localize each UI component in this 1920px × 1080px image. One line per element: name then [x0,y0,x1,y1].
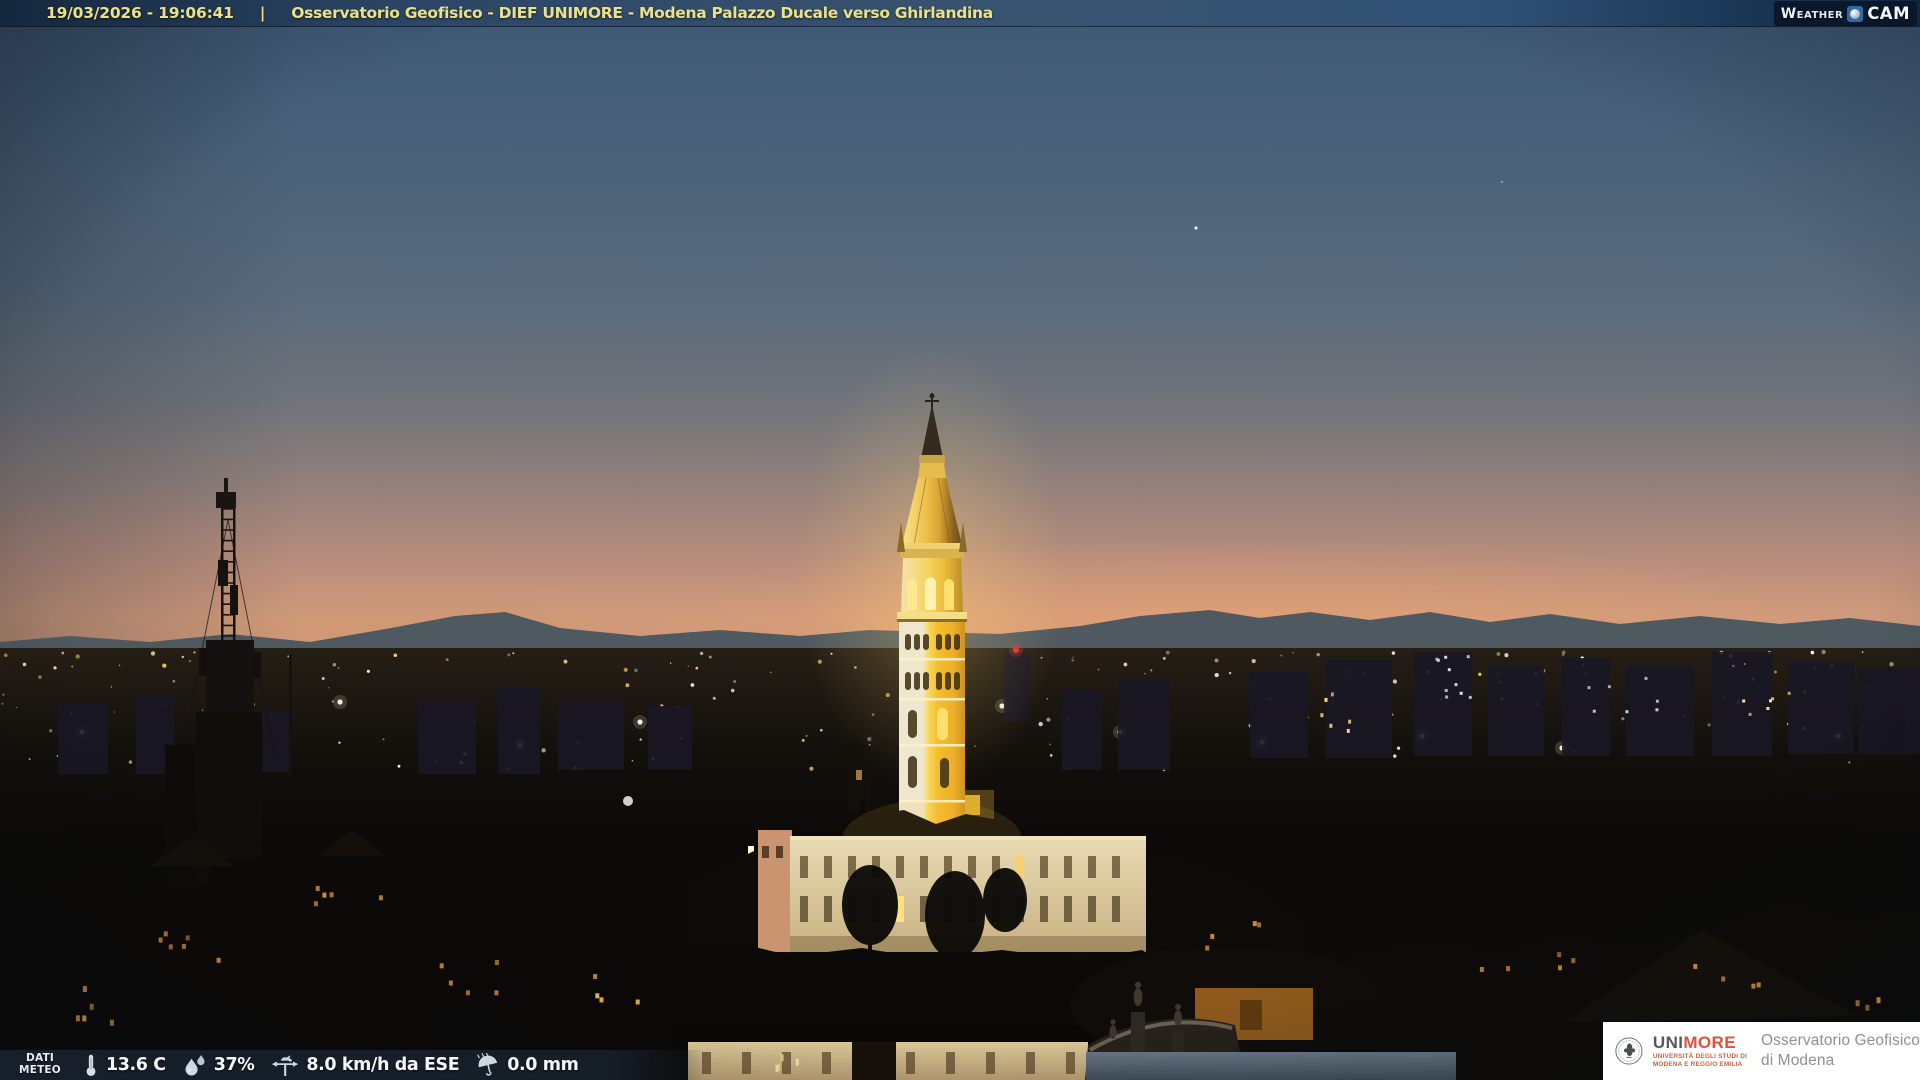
vignette [0,0,1920,1080]
rain-reading: 0.0 mm [475,1053,579,1077]
meteo-label: DATI METEO [14,1053,66,1076]
unimore-brand: UNIMORE UNIVERSITÀ DEGLI STUDI DI MODENA… [1653,1034,1747,1069]
observatory-line1: Osservatorio Geofisico [1761,1031,1920,1049]
unimore-wordmark: UNIMORE [1653,1034,1747,1051]
cityscape-photo [0,0,1920,1080]
rain-umbrella-icon [477,1053,498,1076]
unimore-seal-icon [1615,1037,1643,1065]
weathercam-word2: CAM [1867,4,1910,23]
timestamp: 19/03/2026 - 19:06:41 [46,4,234,22]
observatory-name: Osservatorio Geofisico di Modena [1761,1031,1920,1071]
weathercam-globe-icon [1847,5,1864,22]
unimore-logo-box: UNIMORE UNIVERSITÀ DEGLI STUDI DI MODENA… [1603,1022,1920,1080]
humidity-value: 37% [213,1055,255,1075]
wind-vane-icon [272,1055,299,1077]
subtext-line1: UNIVERSITÀ DEGLI STUDI DI [1652,1052,1748,1060]
humidity-reading: 37% [182,1054,255,1077]
thermometer-icon [86,1054,96,1076]
title-bar: 19/03/2026 - 19:06:41 | Osservatorio Geo… [0,0,1920,27]
weathercam-logo: Weather CAM [1773,1,1917,26]
rain-value: 0.0 mm [507,1055,579,1075]
camera-title: Osservatorio Geofisico - DIEF UNIMORE - … [291,4,993,22]
subtext-line2: MODENA E REGGIO EMILIA [1652,1060,1743,1068]
webcam-frame: 19/03/2026 - 19:06:41 | Osservatorio Geo… [0,0,1920,1080]
humidity-icon [185,1054,205,1075]
temperature-reading: 13.6 C [82,1053,166,1077]
wordmark-more: MORE [1683,1032,1736,1052]
wind-reading: 8.0 km/h da ESE [270,1053,460,1077]
weather-data-bar: DATI METEO 13.6 C 37% 8.0 km/h da ESE 0.… [0,1050,705,1080]
temperature-value: 13.6 C [106,1055,166,1075]
wind-value: 8.0 km/h da ESE [306,1055,460,1075]
unimore-subtext: UNIVERSITÀ DEGLI STUDI DI MODENA E REGGI… [1653,1053,1747,1069]
separator: | [259,4,266,22]
weathercam-word1: Weather [1780,5,1844,22]
wordmark-uni: UNI [1652,1032,1684,1052]
observatory-line2: di Modena [1761,1052,1835,1069]
meteo-label-line2: METEO [19,1064,61,1076]
